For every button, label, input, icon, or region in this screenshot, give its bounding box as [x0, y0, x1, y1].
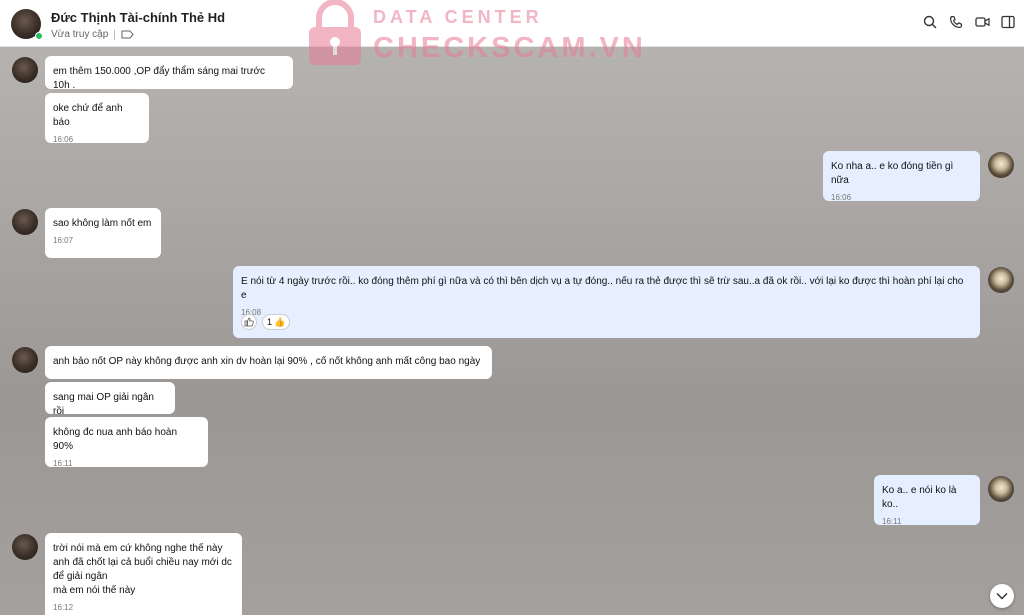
online-status-dot [35, 32, 43, 40]
message-bubble-incoming[interactable]: không đc nua anh báo hoàn 90% 16:11 [45, 417, 208, 468]
message-time: 16:06 [53, 135, 74, 144]
divider [114, 29, 116, 40]
message-text: Ko a.. e nói ko là ko.. [882, 485, 957, 510]
contact-avatar[interactable] [12, 57, 38, 83]
message-time: 16:12 [53, 603, 74, 612]
message-bubble-outgoing[interactable]: E nói từ 4 ngày trước rồi.. ko đóng thêm… [233, 266, 980, 338]
sidebar-icon[interactable] [1000, 14, 1016, 30]
message-bubble-incoming[interactable]: anh bảo nốt OP này không được anh xin dv… [45, 346, 492, 379]
message-text: không đc nua anh báo hoàn 90% [53, 427, 177, 452]
message-bubble-incoming[interactable]: oke chứ để anh báo 16:06 [45, 93, 149, 144]
message-bubble-incoming[interactable]: trời nói mà em cứ không nghe thế này anh… [45, 533, 242, 615]
message-time: 16:11 [882, 517, 902, 526]
message-time: 16:06 [831, 193, 852, 202]
search-icon[interactable] [922, 14, 938, 30]
contact-avatar[interactable] [12, 534, 38, 560]
message-reactions: 1 👍 [241, 314, 291, 330]
chevron-down-icon [996, 592, 1008, 600]
header-actions [922, 14, 1016, 30]
reaction-emoji: 👍 [274, 316, 286, 327]
message-text: sang mai OP giải ngân rồi [53, 392, 154, 417]
message-bubble-outgoing[interactable]: Ko a.. e nói ko là ko.. 16:11 [874, 475, 980, 526]
message-time: 16:08 [241, 308, 262, 317]
my-avatar[interactable] [988, 267, 1014, 293]
message-bubble-outgoing[interactable]: Ko nha a.. e ko đóng tiền gì nữa 16:06 [823, 151, 980, 202]
message-text: anh bảo nốt OP này không được anh xin dv… [53, 356, 481, 367]
message-text: E nói từ 4 ngày trước rồi.. ko đóng thêm… [241, 276, 964, 301]
tag-icon[interactable] [121, 30, 134, 39]
message-bubble-incoming[interactable]: sang mai OP giải ngân rồi [45, 382, 175, 417]
scroll-to-bottom-button[interactable] [990, 584, 1014, 608]
thumbs-up-icon[interactable] [241, 314, 257, 330]
message-time: 16:07 [53, 236, 74, 245]
message-text: Ko nha a.. e ko đóng tiền gì nữa [831, 161, 954, 186]
chat-header: Đức Thịnh Tài-chính Thẻ Hd Vừa truy cập [0, 0, 1024, 47]
message-text: sao không làm nốt em [53, 218, 152, 229]
contact-avatar[interactable] [12, 347, 38, 373]
reaction-count: 1 [267, 317, 273, 327]
phone-icon[interactable] [948, 14, 964, 30]
message-bubble-incoming[interactable]: em thêm 150.000 ,OP đẩy thẩm sáng mai tr… [45, 56, 293, 91]
message-text: oke chứ để anh báo [53, 103, 123, 128]
message-time: 16:11 [53, 459, 73, 468]
reaction-count-pill[interactable]: 1 👍 [262, 314, 291, 330]
my-avatar[interactable] [988, 476, 1014, 502]
last-seen-status: Vừa truy cập [51, 29, 109, 40]
video-icon[interactable] [974, 14, 990, 30]
my-avatar[interactable] [988, 152, 1014, 178]
status-line: Vừa truy cập [51, 29, 134, 40]
message-bubble-incoming[interactable]: sao không làm nốt em 16:07 [45, 208, 161, 258]
message-text: trời nói mà em cứ không nghe thế này anh… [53, 543, 232, 596]
contact-name[interactable]: Đức Thịnh Tài-chính Thẻ Hd [51, 10, 225, 25]
contact-avatar[interactable] [12, 209, 38, 235]
message-text: em thêm 150.000 ,OP đẩy thẩm sáng mai tr… [53, 66, 266, 91]
